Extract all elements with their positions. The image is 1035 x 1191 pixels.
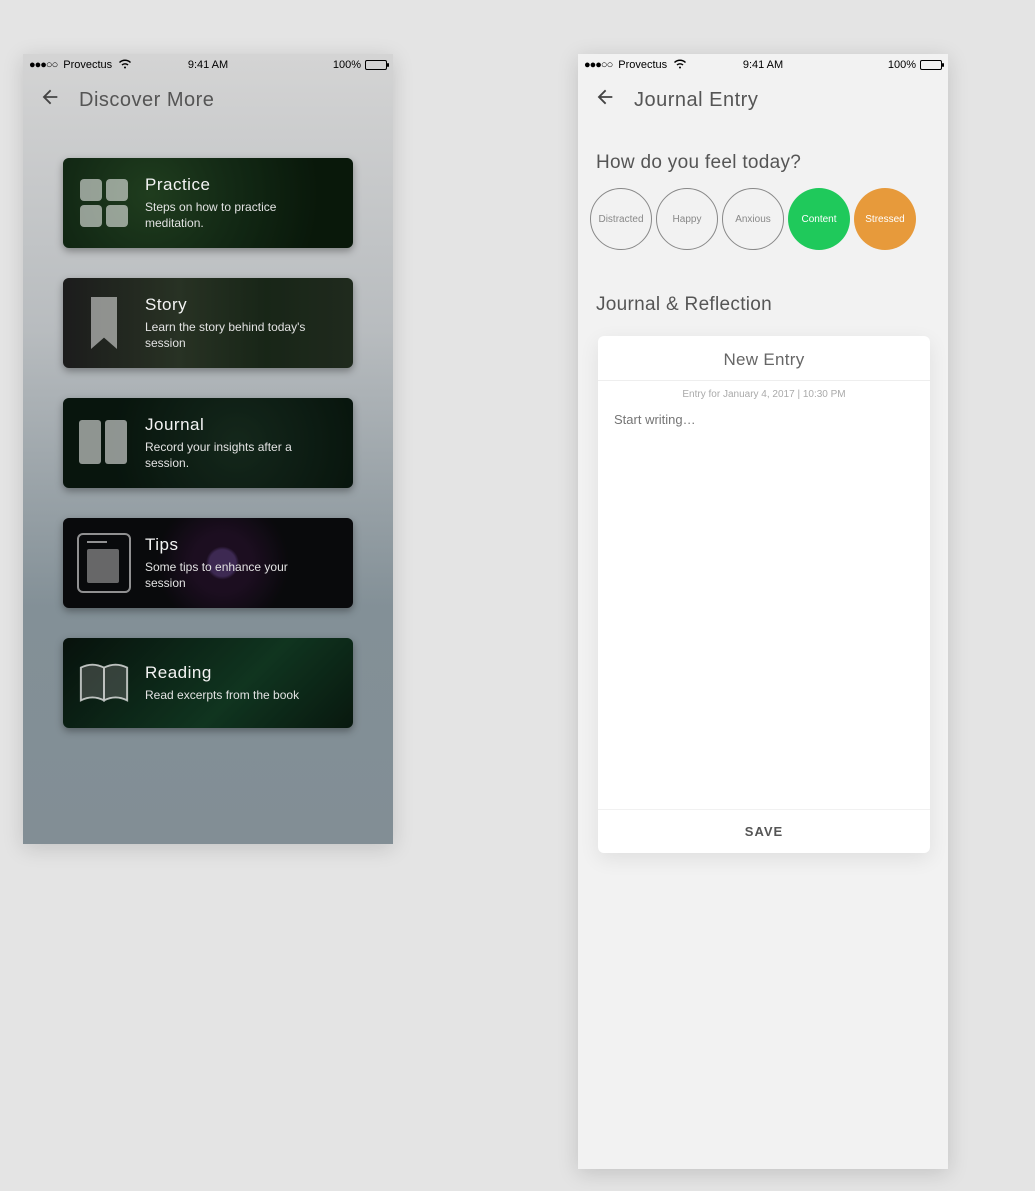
mood-options: Distracted Happy Anxious Content Stresse… (578, 188, 948, 250)
card-desc: Steps on how to practice meditation. (145, 199, 325, 231)
entry-card: New Entry Entry for January 4, 2017 | 10… (598, 336, 930, 853)
card-journal[interactable]: Journal Record your insights after a ses… (63, 398, 353, 488)
card-tips[interactable]: Tips Some tips to enhance your session (63, 518, 353, 608)
status-bar: ●●●○○ Provectus 9:41 AM 100% (578, 54, 948, 76)
book-icon (77, 656, 131, 710)
entry-textarea[interactable] (598, 404, 930, 804)
wifi-icon (673, 58, 687, 72)
card-desc: Read excerpts from the book (145, 687, 299, 703)
card-title: Story (145, 295, 325, 315)
page-title: Discover More (79, 89, 214, 112)
clock-label: 9:41 AM (188, 59, 228, 71)
mood-anxious[interactable]: Anxious (722, 188, 784, 250)
signal-dots-icon: ●●●○○ (584, 59, 612, 71)
mood-question: How do you feel today? (578, 128, 948, 188)
carrier-label: Provectus (63, 59, 112, 71)
entry-heading: New Entry (598, 336, 930, 381)
mood-distracted[interactable]: Distracted (590, 188, 652, 250)
bookmark-icon (77, 296, 131, 350)
mood-content[interactable]: Content (788, 188, 850, 250)
tips-icon (77, 536, 131, 590)
card-title: Journal (145, 415, 325, 435)
battery-icon (920, 60, 942, 70)
clock-label: 9:41 AM (743, 59, 783, 71)
battery-icon (365, 60, 387, 70)
header: Discover More (23, 76, 393, 128)
card-story[interactable]: Story Learn the story behind today's ses… (63, 278, 353, 368)
save-button[interactable]: SAVE (598, 809, 930, 853)
wifi-icon (118, 58, 132, 72)
card-title: Reading (145, 663, 299, 683)
status-bar: ●●●○○ Provectus 9:41 AM 100% (23, 54, 393, 76)
battery-pct-label: 100% (888, 59, 916, 71)
card-title: Tips (145, 535, 325, 555)
mood-stressed[interactable]: Stressed (854, 188, 916, 250)
mood-happy[interactable]: Happy (656, 188, 718, 250)
back-button[interactable] (594, 86, 616, 114)
phone-journal: ●●●○○ Provectus 9:41 AM 100% Journal Ent… (578, 54, 948, 1169)
card-practice[interactable]: Practice Steps on how to practice medita… (63, 158, 353, 248)
grid-icon (77, 176, 131, 230)
header: Journal Entry (578, 76, 948, 128)
journal-icon (77, 416, 131, 470)
card-desc: Learn the story behind today's session (145, 319, 325, 351)
card-list: Practice Steps on how to practice medita… (23, 128, 393, 748)
page-title: Journal Entry (634, 89, 758, 112)
battery-pct-label: 100% (333, 59, 361, 71)
card-reading[interactable]: Reading Read excerpts from the book (63, 638, 353, 728)
phone-discover: ●●●○○ Provectus 9:41 AM 100% Discover Mo… (23, 54, 393, 844)
card-title: Practice (145, 175, 325, 195)
carrier-label: Provectus (618, 59, 667, 71)
card-desc: Record your insights after a session. (145, 439, 325, 471)
back-button[interactable] (39, 86, 61, 114)
signal-dots-icon: ●●●○○ (29, 59, 57, 71)
journal-section-title: Journal & Reflection (578, 250, 948, 332)
entry-meta: Entry for January 4, 2017 | 10:30 PM (598, 381, 930, 404)
card-desc: Some tips to enhance your session (145, 559, 325, 591)
